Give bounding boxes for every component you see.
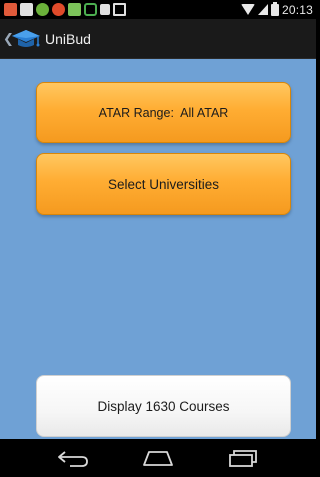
atar-range-label: ATAR Range: All ATAR [98, 105, 229, 120]
inbox-icon [113, 3, 126, 16]
back-nav-icon[interactable] [53, 443, 93, 473]
display-courses-label: Display 1630 Courses [97, 398, 230, 414]
status-clock: 20:13 [281, 2, 313, 17]
graduation-cap-icon[interactable] [11, 27, 41, 51]
recent-apps-icon[interactable] [223, 443, 263, 473]
select-universities-button[interactable]: Select Universities [36, 153, 291, 215]
navigation-bar [0, 439, 316, 477]
message-notification-icon [20, 3, 33, 16]
status-bar: 20:13 [0, 0, 316, 19]
notification-icon [100, 4, 110, 15]
signal-icon [257, 4, 268, 15]
app-notification-icon [68, 3, 81, 16]
app-title: UniBud [45, 30, 91, 47]
shopping-bag-icon [84, 3, 97, 16]
atar-range-button[interactable]: ATAR Range: All ATAR [36, 82, 291, 143]
select-universities-label: Select Universities [107, 176, 220, 192]
phone-screen: 20:13 ❮ UniBud ATAR Range: All ATAR Sele… [0, 0, 316, 477]
app-notification-icon [36, 3, 49, 16]
action-bar: ❮ UniBud [0, 19, 316, 59]
display-courses-button[interactable]: Display 1630 Courses [36, 375, 291, 437]
home-nav-icon[interactable] [138, 443, 178, 473]
app-notification-icon [52, 3, 65, 16]
main-content: ATAR Range: All ATAR Select Universities… [0, 59, 316, 439]
wifi-icon [240, 4, 255, 15]
notification-icons [4, 3, 126, 16]
chevron-left-icon[interactable]: ❮ [3, 32, 14, 45]
battery-icon [270, 1, 279, 16]
app-notification-icon [4, 3, 17, 16]
system-icons: 20:13 [240, 1, 313, 17]
